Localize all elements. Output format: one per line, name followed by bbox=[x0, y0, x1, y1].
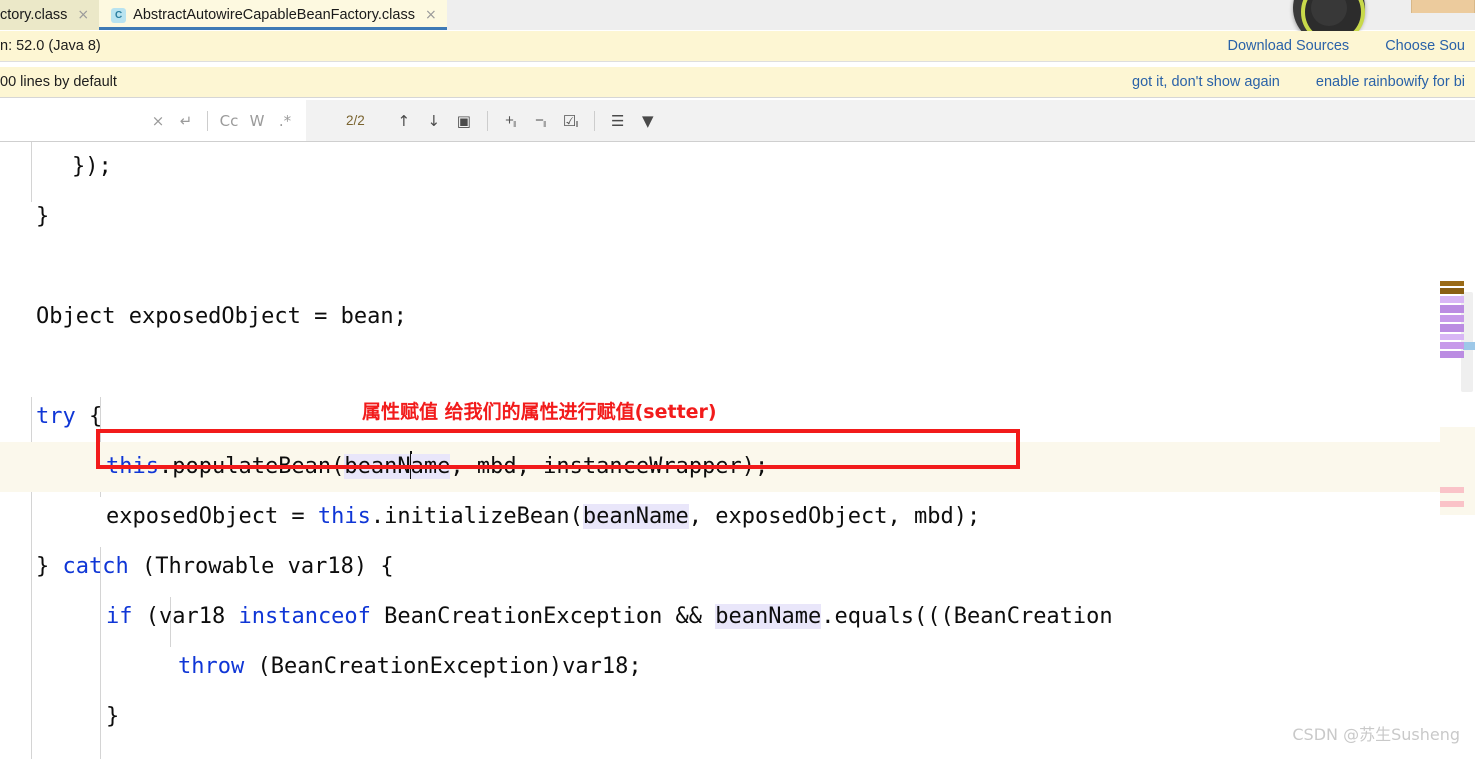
notice-links: Download Sources Choose Sou bbox=[1227, 38, 1475, 54]
code-line-current[interactable]: this.populateBean(beanName, mbd, instanc… bbox=[0, 442, 1475, 492]
watermark: CSDN @苏生Susheng bbox=[1292, 725, 1460, 744]
code-text: (Throwable var18) { bbox=[128, 554, 394, 579]
download-sources-link[interactable]: Download Sources bbox=[1227, 38, 1349, 54]
scrollbar-position-indicator bbox=[1463, 342, 1475, 350]
code-text: }); bbox=[72, 154, 112, 179]
marker-stripe[interactable] bbox=[1440, 296, 1464, 303]
marker-stripe[interactable] bbox=[1440, 342, 1464, 349]
marker-stripe[interactable] bbox=[1440, 487, 1464, 493]
code-line[interactable]: } bbox=[0, 192, 1475, 242]
toolbar-divider bbox=[207, 110, 208, 131]
code-keyword: if bbox=[106, 604, 133, 629]
code-keyword: throw bbox=[178, 654, 245, 679]
code-line[interactable]: }); bbox=[0, 142, 1475, 192]
find-toolbar: × ↵ Cc W .* 2/2 ↑ ↓ ▣ + II − II ☑ II ☰ ▼ bbox=[0, 100, 1475, 142]
select-all-matches-sub: II bbox=[575, 120, 579, 129]
remove-selection-icon[interactable]: − II bbox=[528, 108, 554, 134]
new-line-icon[interactable]: ↵ bbox=[173, 108, 199, 134]
regex-icon[interactable]: .* bbox=[272, 108, 298, 134]
find-next-icon[interactable]: ↓ bbox=[421, 108, 447, 134]
code-line[interactable]: if (var18 instanceof BeanCreationExcepti… bbox=[0, 592, 1475, 642]
marker-stripe[interactable] bbox=[1440, 334, 1464, 340]
filter-icon[interactable]: ▼ bbox=[635, 108, 661, 134]
match-case-icon[interactable]: Cc bbox=[216, 108, 242, 134]
add-selection-sub: II bbox=[512, 120, 517, 129]
rainbowify-notice-bar: 00 lines by default got it, don't show a… bbox=[0, 67, 1475, 98]
select-all-matches-icon[interactable]: ☑ II bbox=[558, 108, 584, 134]
notice-text: 00 lines by default bbox=[0, 74, 117, 90]
marker-stripe[interactable] bbox=[1440, 501, 1464, 507]
close-icon[interactable]: × bbox=[425, 8, 437, 22]
find-previous-icon[interactable]: ↑ bbox=[391, 108, 417, 134]
editor-marker-gutter[interactable] bbox=[1440, 142, 1475, 759]
code-text: .initializeBean( bbox=[370, 504, 583, 529]
close-icon[interactable]: × bbox=[77, 8, 89, 22]
filter-lines-icon[interactable]: ☰ bbox=[605, 108, 631, 134]
marker-stripe[interactable] bbox=[1440, 351, 1464, 358]
code-line[interactable]: try { bbox=[0, 392, 1475, 442]
marker-stripe[interactable] bbox=[1440, 281, 1464, 286]
code-line[interactable]: } catch (Throwable var18) { bbox=[0, 542, 1475, 592]
code-identifier-highlighted: beanN bbox=[344, 454, 411, 479]
code-lines-container[interactable]: });} Object exposedObject = bean; try {thi… bbox=[0, 142, 1475, 742]
enable-rainbowify-link[interactable]: enable rainbowify for bi bbox=[1316, 74, 1465, 90]
code-identifier-highlighted: beanName bbox=[715, 604, 822, 629]
code-text: Object exposedObject = bean; bbox=[36, 304, 407, 329]
code-text: .equals(((BeanCreation bbox=[821, 604, 1113, 629]
notice-text: n: 52.0 (Java 8) bbox=[0, 38, 101, 54]
code-text: , mbd, instanceWrapper); bbox=[450, 454, 769, 479]
annotation-text: 属性赋值 给我们的属性进行赋值(setter) bbox=[362, 401, 717, 423]
code-editor[interactable]: });} Object exposedObject = bean; try {thi… bbox=[0, 142, 1475, 759]
marker-stripe[interactable] bbox=[1440, 324, 1464, 332]
clear-search-icon[interactable]: × bbox=[145, 108, 171, 134]
select-all-matches-glyph: ☑ bbox=[562, 112, 577, 130]
find-nav-buttons: ↑ ↓ ▣ + II − II ☑ II ☰ ▼ bbox=[391, 108, 661, 134]
decompiler-notice-bar: n: 52.0 (Java 8) Download Sources Choose… bbox=[0, 31, 1475, 62]
code-text: { bbox=[75, 404, 103, 429]
class-file-icon: C bbox=[111, 7, 127, 23]
code-identifier-highlighted: beanName bbox=[582, 504, 689, 529]
code-line[interactable]: throw (BeanCreationException)var18; bbox=[0, 642, 1475, 692]
code-keyword: try bbox=[36, 404, 76, 429]
code-keyword: catch bbox=[62, 554, 129, 579]
tab-label: AbstractAutowireCapableBeanFactory.class bbox=[133, 7, 415, 23]
code-line[interactable] bbox=[0, 242, 1475, 292]
code-keyword: instanceof bbox=[238, 604, 371, 629]
whole-words-icon[interactable]: W bbox=[244, 108, 270, 134]
marker-stripe[interactable] bbox=[1440, 305, 1464, 313]
code-text: } bbox=[36, 554, 63, 579]
code-identifier-highlighted: ame bbox=[410, 454, 451, 479]
marker-stripe[interactable] bbox=[1440, 315, 1464, 322]
code-text: } bbox=[36, 204, 50, 229]
code-text: exposedObject = bbox=[106, 504, 318, 529]
got-it-link[interactable]: got it, don't show again bbox=[1132, 74, 1280, 90]
code-keyword: this bbox=[317, 504, 371, 529]
tab-inactive[interactable]: ctory.class × bbox=[0, 0, 100, 30]
toolbar-divider bbox=[486, 110, 488, 131]
code-line[interactable] bbox=[0, 342, 1475, 392]
tab-label: ctory.class bbox=[0, 7, 68, 23]
editor-tab-bar: ctory.class × C AbstractAutowireCapableB… bbox=[0, 0, 1475, 44]
toolbar-divider bbox=[593, 110, 595, 131]
notice-links: got it, don't show again enable rainbowi… bbox=[1132, 74, 1475, 90]
match-count: 2/2 bbox=[346, 113, 365, 128]
code-line[interactable]: } bbox=[0, 692, 1475, 742]
code-text: BeanCreationException && bbox=[370, 604, 716, 629]
add-selection-icon[interactable]: + II bbox=[498, 108, 524, 134]
code-text: .populateBean( bbox=[158, 454, 345, 479]
code-text: (var18 bbox=[132, 604, 239, 629]
code-text: (BeanCreationException)var18; bbox=[244, 654, 642, 679]
remove-selection-sub: II bbox=[542, 120, 547, 129]
select-all-occurrences-icon[interactable]: ▣ bbox=[451, 108, 477, 134]
code-keyword: this bbox=[106, 454, 159, 479]
marker-stripe[interactable] bbox=[1440, 288, 1464, 294]
corner-tab-shape[interactable] bbox=[1411, 0, 1475, 13]
code-line[interactable]: exposedObject = this.initializeBean(bean… bbox=[0, 492, 1475, 542]
code-text: , exposedObject, mbd); bbox=[688, 504, 981, 529]
code-line[interactable]: Object exposedObject = bean; bbox=[0, 292, 1475, 342]
code-text: } bbox=[106, 704, 120, 729]
choose-sources-link[interactable]: Choose Sou bbox=[1385, 38, 1465, 54]
search-input-area[interactable]: × ↵ Cc W .* bbox=[0, 100, 306, 141]
tab-active[interactable]: C AbstractAutowireCapableBeanFactory.cla… bbox=[99, 0, 447, 30]
